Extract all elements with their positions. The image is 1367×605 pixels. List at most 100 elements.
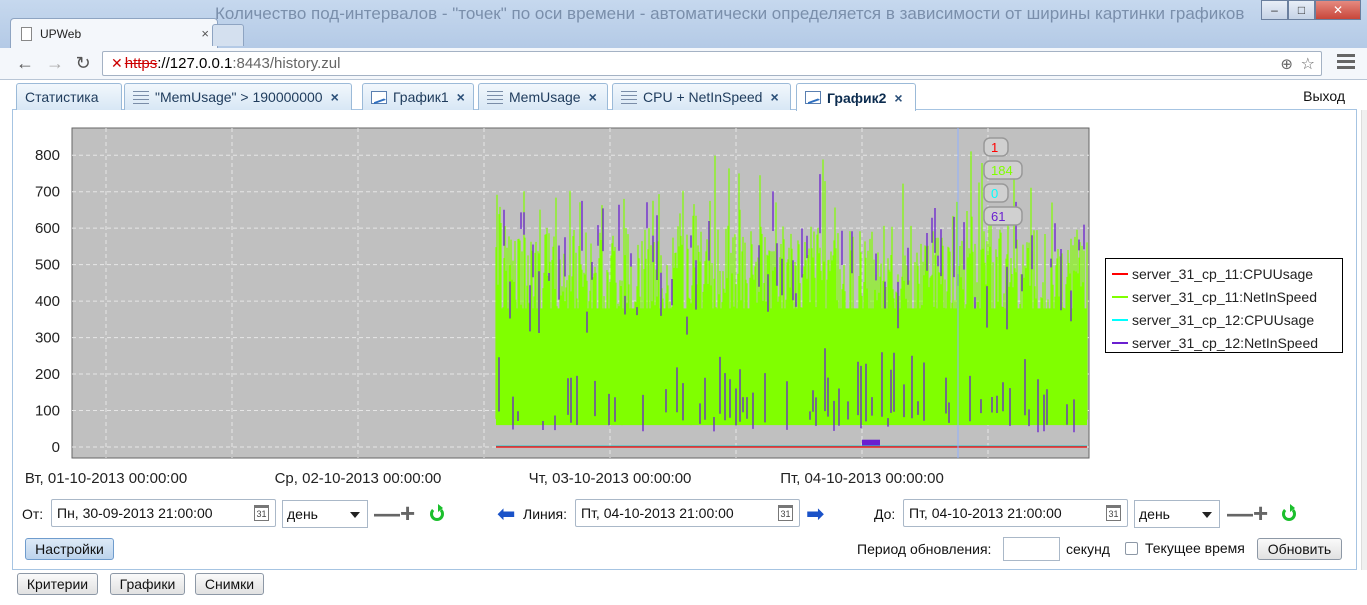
line-date-field[interactable]: Пт, 04-10-2013 21:00:00 31 — [575, 499, 800, 527]
criteria-button[interactable]: Критерии — [17, 573, 98, 595]
tab-label: Статистика — [25, 89, 99, 105]
x-tick-label: Ср, 02-10-2013 00:00:00 — [275, 470, 442, 487]
url-scheme: https — [124, 55, 158, 72]
menu-icon[interactable] — [1337, 54, 1355, 72]
reload-icon[interactable]: ↻ — [72, 52, 94, 74]
to-unit-select[interactable]: день — [1134, 500, 1220, 528]
tab-close-icon[interactable]: × — [894, 90, 902, 106]
forward-icon[interactable]: → — [44, 52, 66, 74]
to-date-value: Пт, 04-10-2013 21:00:00 — [909, 505, 1062, 521]
legend-label: server_31_cp_11:CPUUsage — [1132, 265, 1314, 282]
tab-close-icon[interactable]: × — [457, 89, 465, 105]
legend-label: server_31_cp_11:NetInSpeed — [1132, 288, 1317, 305]
from-unit-value: день — [287, 506, 318, 522]
current-time-checkbox[interactable] — [1125, 542, 1138, 555]
bookmark-star-icon[interactable]: ☆ — [1301, 54, 1315, 74]
url-path: :8443/history.zul — [232, 55, 341, 72]
from-reset-icon[interactable] — [430, 504, 444, 521]
snapshots-button[interactable]: Снимки — [195, 573, 264, 595]
close-window-button[interactable]: ✕ — [1315, 0, 1361, 20]
to-reset-icon[interactable] — [1282, 504, 1296, 521]
from-date-field[interactable]: Пн, 30-09-2013 21:00:00 31 — [51, 499, 276, 527]
calendar-icon[interactable]: 31 — [778, 505, 793, 521]
from-plus-button[interactable]: + — [400, 500, 415, 526]
calendar-icon[interactable]: 31 — [1106, 505, 1121, 521]
current-time-label: Текущее время — [1145, 540, 1245, 556]
refresh-button[interactable]: Обновить — [1257, 538, 1342, 560]
chart-icon — [805, 91, 821, 104]
legend-item[interactable]: server_31_cp_11:NetInSpeed — [1112, 285, 1342, 308]
y-tick-label: 800 — [35, 147, 60, 164]
tab-chart1[interactable]: График1 × — [362, 83, 474, 110]
back-icon[interactable]: ← — [14, 52, 36, 74]
period-unit-label: секунд — [1066, 541, 1110, 557]
y-axis-ticks: 0 100 200 300 400 500 600 700 800 — [35, 147, 60, 456]
tab-close-icon[interactable]: × — [770, 89, 778, 105]
calendar-icon[interactable]: 31 — [254, 505, 269, 521]
tab-label: MemUsage — [509, 89, 581, 105]
from-date-value: Пн, 30-09-2013 21:00:00 — [57, 505, 213, 521]
arrow-left-icon[interactable]: ⬅ — [497, 503, 515, 525]
window-controls: – □ ✕ — [1261, 0, 1361, 20]
legend-swatch — [1112, 272, 1128, 275]
from-label: От: — [22, 506, 44, 522]
y-tick-label: 700 — [35, 184, 60, 201]
to-date-field[interactable]: Пт, 04-10-2013 21:00:00 31 — [903, 499, 1128, 527]
period-input[interactable] — [1003, 537, 1060, 561]
browser-tab[interactable]: UPWeb × — [10, 18, 218, 48]
history-chart[interactable]: 0 100 200 300 400 500 600 700 800 Вт, 01-10-2013… — [16, 118, 1096, 490]
legend-swatch — [1112, 341, 1128, 344]
legend-swatch — [1112, 318, 1128, 321]
y-tick-label: 600 — [35, 220, 60, 237]
y-tick-label: 400 — [35, 293, 60, 310]
insecure-lock-icon: ✕ — [111, 55, 123, 71]
tab-memusage[interactable]: MemUsage × — [478, 83, 608, 110]
address-bar[interactable]: ✕ https ://127.0.0.1 :8443/history.zul ⊕… — [102, 51, 1322, 76]
chevron-down-icon — [350, 512, 360, 518]
url-host: ://127.0.0.1 — [157, 55, 233, 72]
from-unit-select[interactable]: день — [282, 500, 368, 528]
to-minus-button[interactable]: — — [1227, 500, 1253, 526]
settings-button[interactable]: Настройки — [25, 538, 114, 560]
x-axis-ticks: Вт, 01-10-2013 00:00:00 Ср, 02-10-2013 00… — [25, 470, 944, 487]
browser-tab-title: UPWeb — [40, 26, 82, 41]
to-unit-value: день — [1139, 506, 1170, 522]
tooltip-value: 184 — [991, 163, 1013, 178]
tab-cpu-netinspeed[interactable]: CPU + NetInSpeed × — [612, 83, 791, 110]
window-titlebar: Количество под-интервалов - "точек" по о… — [0, 0, 1367, 48]
tooltip-value: 1 — [991, 140, 998, 155]
line-label: Линия: — [523, 506, 568, 522]
new-tab-button[interactable] — [212, 24, 244, 46]
y-tick-label: 200 — [35, 366, 60, 383]
tab-memusage-filter[interactable]: "MemUsage" > 190000000 × — [124, 83, 352, 110]
legend-swatch — [1112, 295, 1128, 298]
browser-tab-close-icon[interactable]: × — [201, 26, 209, 41]
charts-button[interactable]: Графики — [110, 573, 185, 595]
series-area-netin-11 — [496, 308, 1087, 426]
y-tick-label: 100 — [35, 403, 60, 420]
tab-close-icon[interactable]: × — [331, 89, 339, 105]
page-scrollbar[interactable] — [1361, 110, 1367, 570]
tab-statistics[interactable]: Статистика — [16, 83, 122, 110]
to-plus-button[interactable]: + — [1253, 500, 1268, 526]
legend-item[interactable]: server_31_cp_12:NetInSpeed — [1112, 331, 1342, 354]
tab-label: "MemUsage" > 190000000 — [155, 89, 323, 105]
tab-chart2[interactable]: График2 × — [796, 83, 916, 111]
logout-link[interactable]: Выход — [1303, 88, 1345, 104]
x-tick-label: Вт, 01-10-2013 00:00:00 — [25, 470, 187, 487]
from-minus-button[interactable]: — — [374, 500, 400, 526]
legend-label: server_31_cp_12:NetInSpeed — [1132, 334, 1319, 351]
legend-label: server_31_cp_12:CPUUsage — [1132, 311, 1315, 328]
y-tick-label: 500 — [35, 257, 60, 274]
minimize-button[interactable]: – — [1261, 0, 1288, 20]
maximize-button[interactable]: □ — [1288, 0, 1315, 20]
legend-item[interactable]: server_31_cp_11:CPUUsage — [1112, 262, 1342, 285]
zoom-icon[interactable]: ⊕ — [1280, 55, 1293, 73]
table-icon — [621, 90, 637, 104]
chart-legend: server_31_cp_11:CPUUsage server_31_cp_11… — [1105, 258, 1343, 353]
tab-close-icon[interactable]: × — [589, 89, 597, 105]
arrow-right-icon[interactable]: ➡ — [806, 503, 824, 525]
legend-item[interactable]: server_31_cp_12:CPUUsage — [1112, 308, 1342, 331]
x-tick-label: Чт, 03-10-2013 00:00:00 — [529, 470, 692, 487]
tab-label: График1 — [393, 89, 449, 105]
